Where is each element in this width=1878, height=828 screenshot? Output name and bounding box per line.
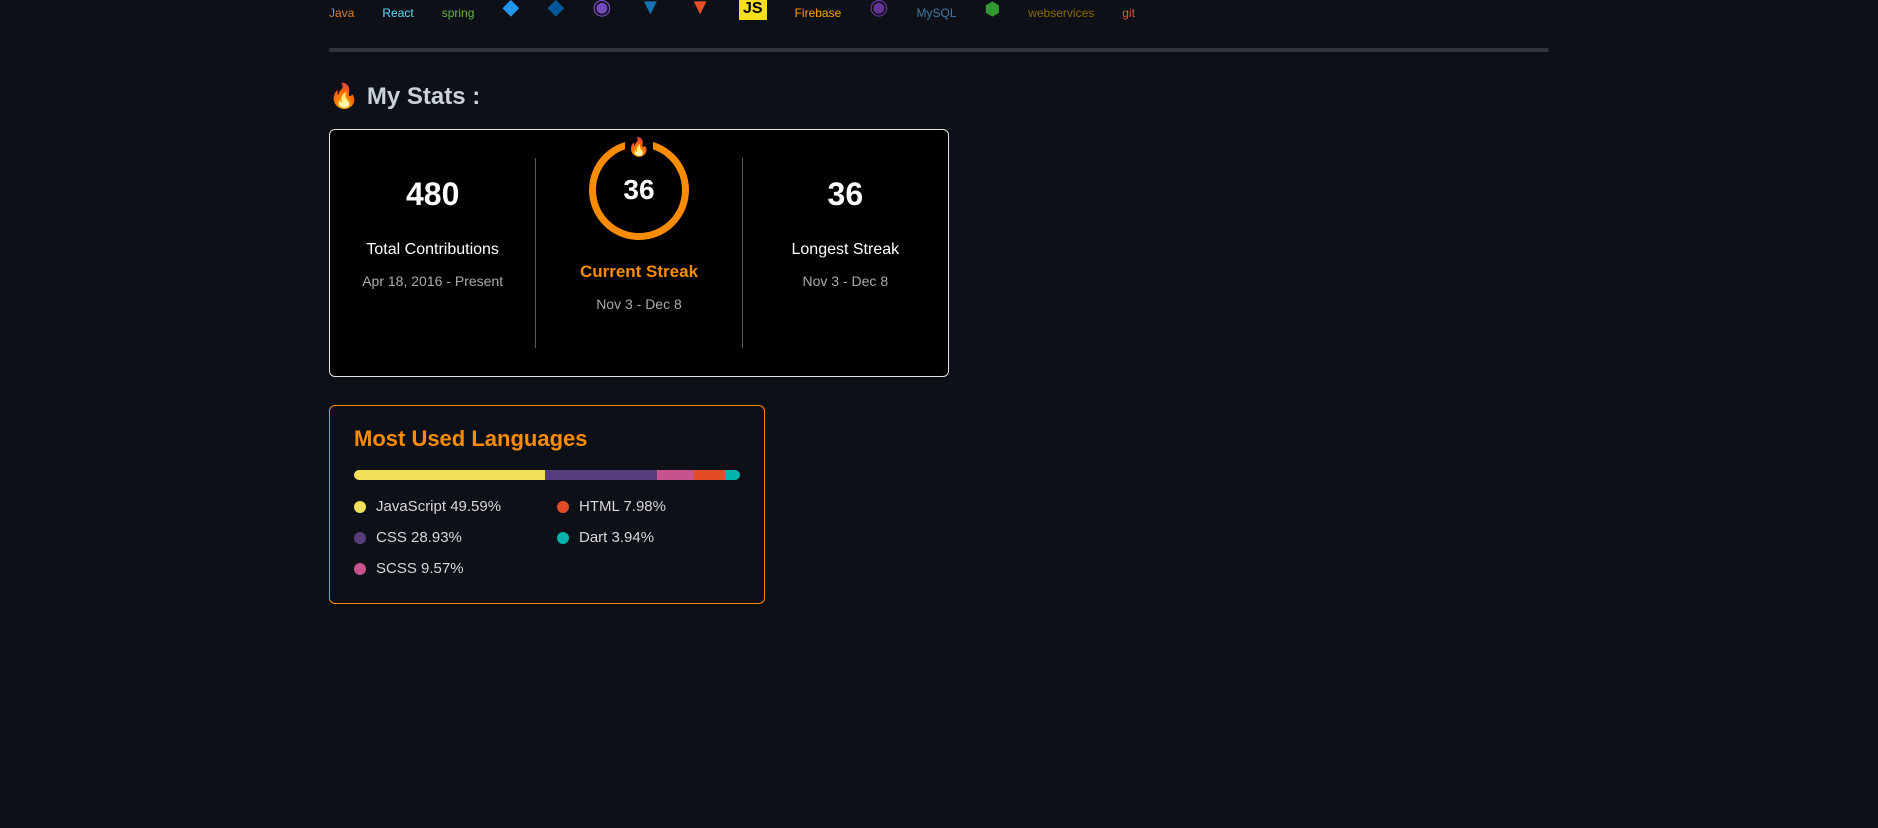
section-divider <box>329 48 1549 52</box>
language-label: SCSS 9.57% <box>376 560 464 577</box>
language-item: HTML 7.98% <box>557 498 740 515</box>
tech-firebase: Firebase <box>795 6 842 20</box>
language-item: Dart 3.94% <box>557 529 740 546</box>
tech-gatsby: ◉ <box>869 0 888 20</box>
lang-bar-segment <box>354 470 545 480</box>
language-label: JavaScript 49.59% <box>376 498 501 515</box>
streak-ring: 🔥 36 <box>589 140 689 240</box>
current-streak-label: Current Streak <box>536 262 741 282</box>
longest-streak-label: Longest Streak <box>743 241 948 259</box>
tech-node: ⬢ <box>985 0 1001 20</box>
tech-redux: ◉ <box>592 0 611 20</box>
streak-stats-card: 480 Total Contributions Apr 18, 2016 - P… <box>329 129 949 377</box>
tech-flutter: ◆ <box>547 0 564 20</box>
total-contributions-value: 480 <box>330 176 535 213</box>
longest-streak-col: 36 Longest Streak Nov 3 - Dec 8 <box>743 130 948 376</box>
tech-label: React <box>382 6 413 20</box>
language-item: CSS 28.93% <box>354 529 537 546</box>
longest-streak-value: 36 <box>743 176 948 213</box>
tech-label: git <box>1122 6 1135 20</box>
fire-icon: 🔥 <box>625 133 653 161</box>
languages-title: Most Used Languages <box>354 426 740 452</box>
current-streak-value: 36 <box>623 174 654 206</box>
total-contributions-col: 480 Total Contributions Apr 18, 2016 - P… <box>330 130 535 376</box>
lang-bar-segment <box>694 470 725 480</box>
tech-git: git <box>1122 6 1135 20</box>
languages-legend: JavaScript 49.59% HTML 7.98% CSS 28.93% Dar… <box>354 498 740 577</box>
languages-bar <box>354 470 740 480</box>
lang-bar-segment <box>657 470 694 480</box>
tech-html5: ▼ <box>689 0 711 20</box>
languages-card: Most Used Languages JavaScript 49.59% HTM… <box>329 405 765 604</box>
language-label: HTML 7.98% <box>579 498 666 515</box>
current-streak-range: Nov 3 - Dec 8 <box>536 296 741 312</box>
tech-css3: ▼ <box>639 0 661 20</box>
language-color-dot <box>354 501 366 513</box>
language-color-dot <box>354 532 366 544</box>
tech-react: React <box>382 6 413 20</box>
tech-label: spring <box>442 6 475 20</box>
total-contributions-range: Apr 18, 2016 - Present <box>330 273 535 289</box>
tech-spring: spring <box>442 6 475 20</box>
language-item: JavaScript 49.59% <box>354 498 537 515</box>
fire-icon: 🔥 <box>329 82 359 111</box>
longest-streak-range: Nov 3 - Dec 8 <box>743 273 948 289</box>
tech-js: JS <box>739 0 767 20</box>
lang-bar-segment <box>725 470 740 480</box>
tech-label: webservices <box>1028 6 1094 20</box>
language-color-dot <box>354 563 366 575</box>
language-label: Dart 3.94% <box>579 529 654 546</box>
language-color-dot <box>557 532 569 544</box>
lang-bar-segment <box>545 470 657 480</box>
tech-java: Java <box>329 6 354 20</box>
language-item: SCSS 9.57% <box>354 560 537 577</box>
tech-aws: webservices <box>1028 6 1094 20</box>
language-label: CSS 28.93% <box>376 529 462 546</box>
tech-icons-row: Java React spring ◆ ◆ ◉ ▼ ▼ JS Firebase … <box>329 0 1549 20</box>
tech-label: MySQL <box>916 6 956 20</box>
language-color-dot <box>557 501 569 513</box>
js-badge: JS <box>739 0 767 20</box>
stats-heading: 🔥 My Stats : <box>329 82 1549 111</box>
tech-label: Firebase <box>795 6 842 20</box>
tech-docker: ◆ <box>502 0 519 20</box>
tech-mysql: MySQL <box>916 6 956 20</box>
current-streak-col: 🔥 36 Current Streak Nov 3 - Dec 8 <box>536 130 741 376</box>
stats-heading-text: My Stats : <box>367 83 480 111</box>
tech-label: Java <box>329 6 354 20</box>
total-contributions-label: Total Contributions <box>330 241 535 259</box>
